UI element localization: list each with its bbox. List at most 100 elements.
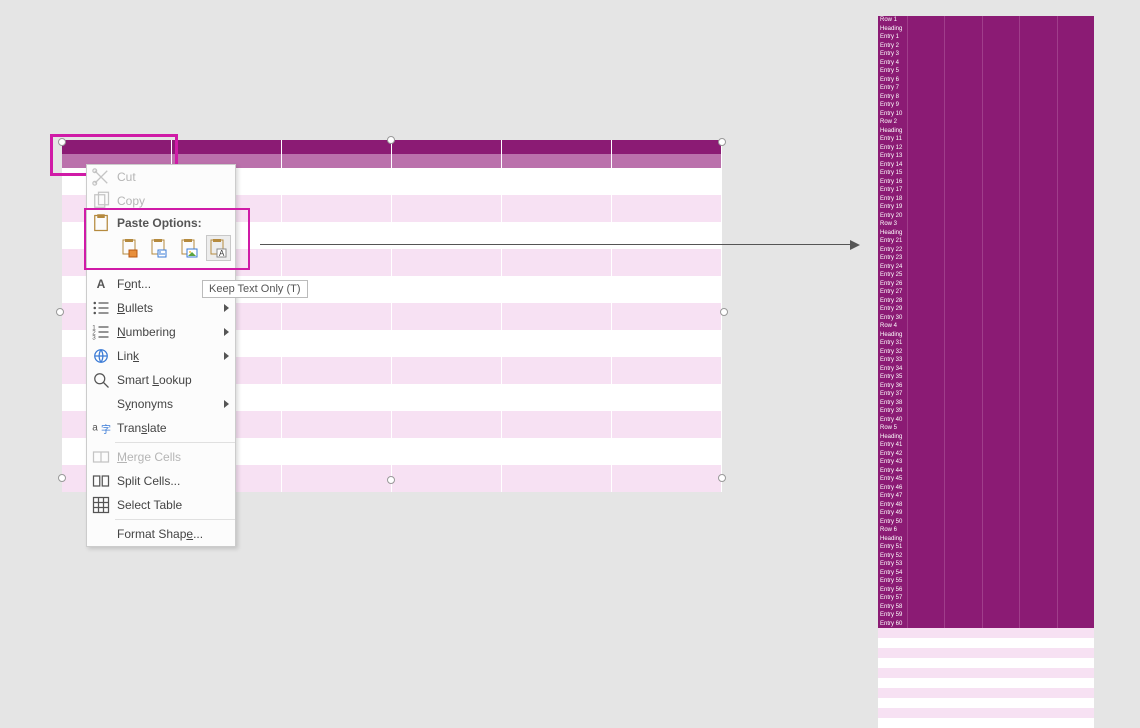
table-row[interactable]: Entry 2 [878,42,1094,51]
table-cell[interactable] [983,59,1020,68]
table-cell[interactable] [1020,552,1057,561]
table-cell[interactable] [1058,339,1094,348]
table-cell[interactable] [945,390,982,399]
table-cell[interactable] [945,569,982,578]
table-cell[interactable] [945,127,982,136]
table-cell[interactable] [62,140,172,154]
table-cell[interactable] [983,475,1020,484]
table-cell[interactable] [1058,220,1094,229]
table-cell[interactable] [1058,280,1094,289]
table-cell[interactable] [1020,535,1057,544]
table-cell[interactable] [1058,390,1094,399]
table-row[interactable]: Entry 24 [878,263,1094,272]
table-cell[interactable] [1058,118,1094,127]
table-row[interactable]: Entry 28 [878,297,1094,306]
table-cell[interactable] [945,59,982,68]
table-cell[interactable] [983,467,1020,476]
paste-keep-text-only[interactable]: A [206,235,232,261]
table-cell[interactable] [1020,229,1057,238]
table-row[interactable]: Entry 3 [878,50,1094,59]
table-cell[interactable] [1058,144,1094,153]
table-cell[interactable] [1058,50,1094,59]
table-row[interactable]: Entry 58 [878,603,1094,612]
table-cell[interactable] [908,25,945,34]
paste-picture[interactable] [176,235,202,261]
table-cell[interactable] [1058,416,1094,425]
table-cell[interactable] [983,288,1020,297]
table-cell[interactable] [983,382,1020,391]
table-cell[interactable] [945,560,982,569]
table-cell[interactable] [1058,135,1094,144]
table-cell[interactable] [983,390,1020,399]
table-row[interactable]: Entry 5 [878,67,1094,76]
table-cell[interactable] [1020,59,1057,68]
table-row[interactable]: Entry 13 [878,152,1094,161]
table-row[interactable]: Entry 47 [878,492,1094,501]
table-cell[interactable] [983,305,1020,314]
table-cell[interactable] [945,365,982,374]
table-cell[interactable] [945,492,982,501]
table-cell[interactable] [612,276,722,303]
table-cell[interactable] [1058,526,1094,535]
table-row[interactable]: Row 1 [878,16,1094,25]
table-row[interactable]: Entry 21 [878,237,1094,246]
table-cell[interactable] [908,254,945,263]
table-cell[interactable] [908,42,945,51]
table-cell[interactable] [983,331,1020,340]
table-cell[interactable] [908,76,945,85]
table-cell[interactable] [908,212,945,221]
table-cell[interactable] [1020,178,1057,187]
table-row[interactable]: Entry 27 [878,288,1094,297]
table-cell[interactable] [1020,110,1057,119]
table-cell[interactable] [908,50,945,59]
table-cell[interactable] [1058,433,1094,442]
table-cell[interactable] [945,16,982,25]
table-cell[interactable] [983,127,1020,136]
table-cell[interactable] [612,330,722,357]
table-cell[interactable] [1020,220,1057,229]
table-row[interactable]: Entry 55 [878,577,1094,586]
table-cell[interactable] [983,25,1020,34]
table-cell[interactable] [1058,16,1094,25]
table-row[interactable]: Entry 20 [878,212,1094,221]
table-cell[interactable] [1020,331,1057,340]
table-cell[interactable] [1020,339,1057,348]
table-cell[interactable] [983,441,1020,450]
table-row[interactable]: Entry 25 [878,271,1094,280]
table-cell[interactable] [983,16,1020,25]
table-cell[interactable] [945,76,982,85]
table-cell[interactable] [908,441,945,450]
table-cell[interactable] [983,169,1020,178]
table-cell[interactable] [1058,212,1094,221]
table-cell[interactable] [945,509,982,518]
table-cell[interactable] [945,135,982,144]
table-cell[interactable] [945,101,982,110]
table-cell[interactable] [1058,33,1094,42]
table-cell[interactable] [1058,152,1094,161]
table-cell[interactable] [1020,16,1057,25]
table-cell[interactable] [502,303,612,330]
table-row[interactable]: Heading [878,535,1094,544]
table-cell[interactable] [945,144,982,153]
table-row[interactable]: Heading [878,25,1094,34]
table-cell[interactable] [983,594,1020,603]
table-cell[interactable] [1020,254,1057,263]
table-cell[interactable] [1020,543,1057,552]
table-row[interactable]: Entry 32 [878,348,1094,357]
table-cell[interactable] [983,407,1020,416]
table-cell[interactable] [908,586,945,595]
table-cell[interactable] [1058,331,1094,340]
table-cell[interactable] [983,186,1020,195]
table-cell[interactable] [1058,594,1094,603]
table-cell[interactable] [945,220,982,229]
table-cell[interactable] [983,543,1020,552]
table-cell[interactable] [945,577,982,586]
table-cell[interactable] [908,424,945,433]
table-row[interactable]: Entry 57 [878,594,1094,603]
table-cell[interactable] [908,543,945,552]
menu-select-table[interactable]: Select Table [87,493,235,517]
table-cell[interactable] [945,501,982,510]
table-cell[interactable] [983,42,1020,51]
table-cell[interactable] [908,135,945,144]
table-cell[interactable] [502,357,612,384]
